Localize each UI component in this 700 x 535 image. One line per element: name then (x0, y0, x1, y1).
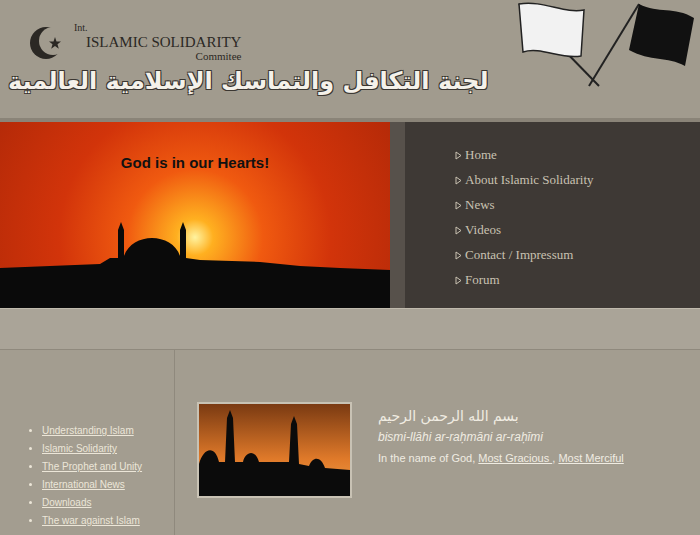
logo-top: Int.ISLAMIC SOLIDARITYCommitee (8, 22, 489, 64)
sidebar-item[interactable]: The war against Islam (42, 512, 174, 530)
basmala: بسم الله الرحمن الرحيم (378, 406, 624, 426)
logo-prefix: Int. (74, 22, 241, 34)
arrow-icon (455, 176, 462, 185)
main-nav: Home About Islamic Solidarity News Videos Co… (405, 122, 700, 308)
nav-label: Videos (465, 221, 501, 239)
nav-item[interactable]: News (455, 196, 700, 214)
nav-label: News (465, 196, 495, 214)
arrow-icon (455, 251, 462, 260)
translation-text: , (552, 452, 558, 464)
page: Int.ISLAMIC SOLIDARITYCommitee لجنة التكا… (0, 0, 700, 535)
arrow-icon (455, 151, 462, 160)
hero-gap (390, 122, 405, 308)
intro: بسم الله الرحمن الرحيمbismi-llāhi ar-raḥ… (378, 402, 624, 468)
nav-label: Forum (465, 271, 500, 289)
divider-strip (0, 308, 700, 350)
logo-name: ISLAMIC SOLIDARITY (86, 34, 241, 50)
arrow-icon (455, 226, 462, 235)
transliteration: bismi-llāhi ar-raḥmāni ar-raḥīmi (378, 426, 624, 448)
sidebar-item[interactable]: International News (42, 476, 174, 494)
nav-item[interactable]: About Islamic Solidarity (455, 171, 700, 189)
nav-label: Home (465, 146, 497, 164)
content: Understanding IslamIslamic SolidarityThe… (0, 350, 700, 535)
sidebar-item[interactable]: Downloads (42, 494, 174, 512)
logo[interactable]: Int.ISLAMIC SOLIDARITYCommitee لجنة التكا… (0, 0, 489, 118)
sidebar-item[interactable]: The Prophet and Unity (42, 458, 174, 476)
nav-label: About Islamic Solidarity (465, 171, 594, 189)
mosque-silhouette-icon (0, 218, 390, 308)
crescent-star-icon (26, 22, 68, 64)
flags-icon (489, 0, 699, 88)
mosque-picture (197, 402, 352, 498)
hero: God is in our Hearts! Home About Islamic S… (0, 122, 700, 308)
sidebar: Understanding IslamIslamic SolidarityThe… (0, 350, 175, 535)
logo-arabic: لجنة التكافل والتماسك الإسلامية العالمية (8, 66, 489, 96)
logo-words: Int.ISLAMIC SOLIDARITYCommitee (74, 22, 241, 62)
banner-image: God is in our Hearts! (0, 122, 390, 308)
sidebar-item[interactable]: Islamic Solidarity (42, 440, 174, 458)
nav-item[interactable]: Forum (455, 271, 700, 289)
nav-item[interactable]: Contact / Impressum (455, 246, 700, 264)
nav-label: Contact / Impressum (465, 246, 573, 264)
nav-item[interactable]: Home (455, 146, 700, 164)
translation-link[interactable]: Most Merciful (558, 452, 623, 464)
main: بسم الله الرحمن الرحيمbismi-llāhi ar-raḥ… (175, 350, 700, 535)
nav-item[interactable]: Videos (455, 221, 700, 239)
arrow-icon (455, 276, 462, 285)
sidebar-item[interactable]: Understanding Islam (42, 422, 174, 440)
banner-caption: God is in our Hearts! (0, 122, 390, 171)
logo-suffix: Commitee (196, 50, 242, 62)
arrow-icon (455, 201, 462, 210)
translation-link[interactable]: Most Gracious (478, 452, 552, 464)
sidebar-list: Understanding IslamIslamic SolidarityThe… (0, 422, 174, 530)
header: Int.ISLAMIC SOLIDARITYCommitee لجنة التكا… (0, 0, 700, 118)
mosque-silhouette-icon (199, 404, 350, 496)
translation: In the name of God, Most Gracious , Most… (378, 448, 624, 468)
translation-text: In the name of God, (378, 452, 478, 464)
